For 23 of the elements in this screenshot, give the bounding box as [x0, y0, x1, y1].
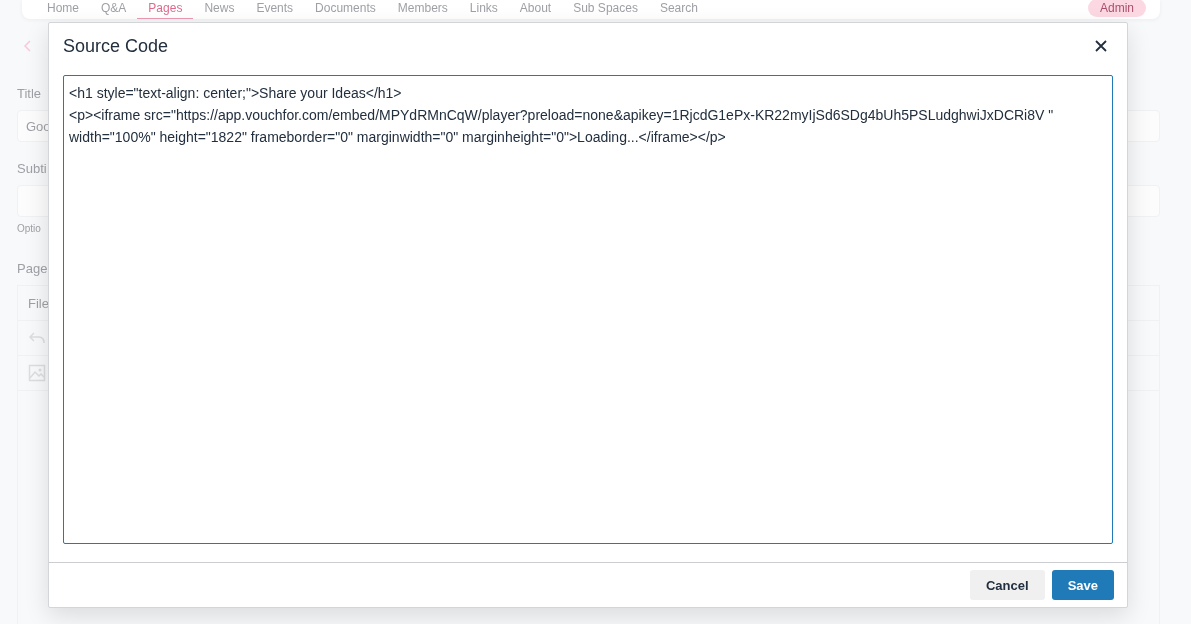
- dialog-title: Source Code: [63, 35, 169, 57]
- save-button[interactable]: Save: [1051, 570, 1114, 600]
- image-icon[interactable]: [28, 364, 46, 382]
- title-label: Title: [17, 86, 42, 101]
- nav-tab[interactable]: Home: [36, 1, 90, 19]
- cancel-button[interactable]: Cancel: [970, 570, 1045, 600]
- nav-tab[interactable]: Links: [458, 1, 509, 19]
- nav-tab[interactable]: Events: [245, 1, 305, 19]
- nav-tab[interactable]: Members: [386, 1, 459, 19]
- nav-tab[interactable]: Pages: [137, 1, 194, 19]
- nav-tab[interactable]: Documents: [304, 1, 387, 19]
- subtitle-hint: Optio: [17, 223, 41, 234]
- source-code-field[interactable]: <h1 style="text-align: center;">Share your Ideas</h1> <p><iframe src="https://app.vouchfor.com/embed/MPYdRMnCqW/player?preload=none&apikey=1RjcdG1ePx-KR22myIjSd6SDg4bUh5PSLudghwiJxDCRi8V " width="100%" height="1822" frameborder="0" marginwidth="0" marginheight="0">Loading...</iframe></p>: [63, 75, 1113, 544]
- file-menu[interactable]: File: [28, 295, 49, 311]
- content-label: Page: [17, 261, 48, 276]
- admin-button[interactable]: Admin: [1088, 0, 1146, 17]
- nav-tab[interactable]: About: [508, 1, 563, 19]
- nav-tab[interactable]: News: [193, 1, 246, 19]
- nav-tab[interactable]: Q&A: [90, 1, 138, 19]
- subtitle-label: Subti: [17, 161, 47, 176]
- close-icon[interactable]: [1095, 40, 1107, 52]
- nav-tab[interactable]: Sub Spaces: [562, 1, 649, 19]
- nav-tab[interactable]: Search: [648, 1, 709, 19]
